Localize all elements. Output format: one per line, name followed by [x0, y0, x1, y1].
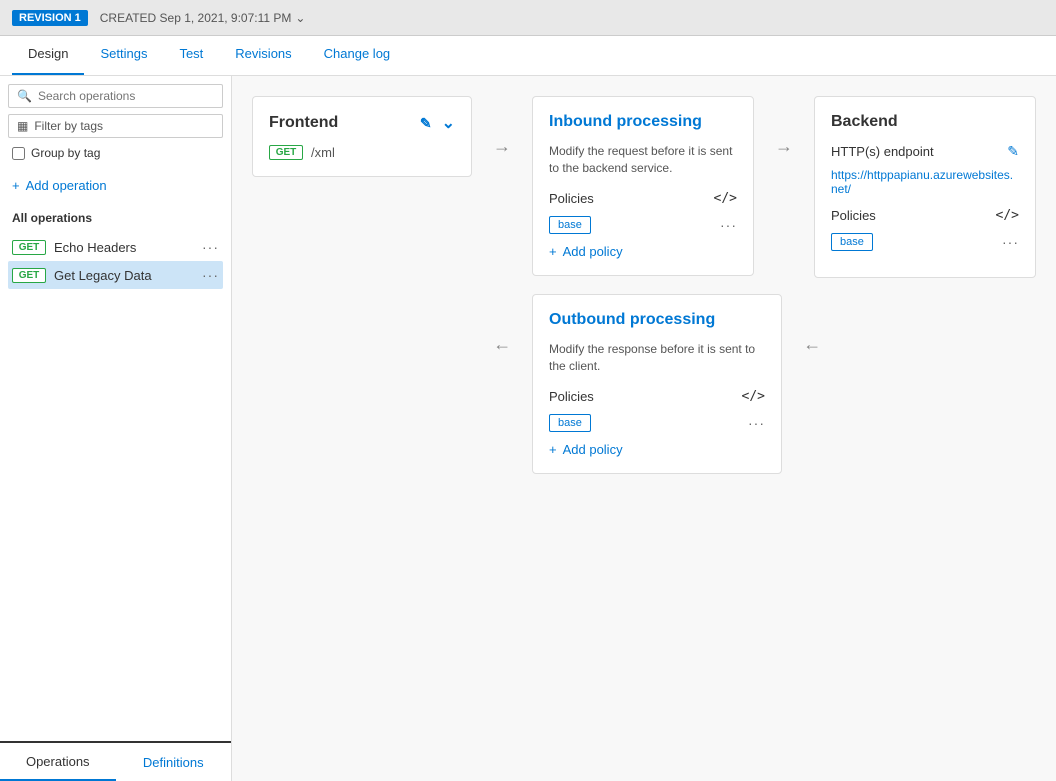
created-text: CREATED Sep 1, 2021, 9:07:11 PM ⌄ [100, 11, 306, 25]
code-icon-backend[interactable]: </> [996, 208, 1019, 223]
more-icon-legacy[interactable]: ··· [202, 267, 219, 283]
add-policy-inbound[interactable]: + Add policy [549, 244, 737, 259]
plus-icon: + [12, 178, 20, 193]
tab-design[interactable]: Design [12, 36, 84, 75]
outbound-card: Outbound processing Modify the response … [532, 294, 782, 474]
sidebar-tab-definitions[interactable]: Definitions [116, 743, 232, 781]
frontend-path: GET /xml [269, 145, 455, 160]
base-badge-inbound[interactable]: base [549, 216, 591, 234]
inbound-policies-label: Policies [549, 191, 594, 206]
inbound-title-label: Inbound processing [549, 113, 702, 131]
get-badge-legacy: GET [12, 268, 46, 283]
add-operation-button[interactable]: + Add operation [8, 172, 223, 199]
frontend-title-label: Frontend [269, 114, 338, 132]
arrow-left-2: → [798, 334, 826, 355]
op-name: Echo Headers [54, 240, 136, 255]
sidebar-content: 🔍 ▦ Filter by tags Group by tag + Add op… [0, 76, 231, 741]
frontend-path-value: /xml [311, 145, 335, 160]
more-btn-inbound[interactable]: ··· [720, 217, 737, 233]
pencil-icon-frontend[interactable]: ✎ [420, 115, 432, 132]
backend-endpoint-row: HTTP(s) endpoint ✎ [831, 143, 1019, 160]
inbound-card: Inbound processing Modify the request be… [532, 96, 754, 276]
outbound-policies-label: Policies [549, 389, 594, 404]
inbound-card-title: Inbound processing [549, 113, 737, 131]
all-operations-label: All operations [8, 207, 223, 233]
add-policy-label-inbound: Add policy [563, 244, 623, 259]
arrow-right-1: → [488, 136, 516, 157]
created-label: CREATED Sep 1, 2021, 9:07:11 PM [100, 11, 292, 25]
tab-changelog[interactable]: Change log [308, 36, 407, 75]
filter-label: Filter by tags [34, 119, 103, 133]
outbound-title-label: Outbound processing [549, 311, 715, 329]
more-icon-echo[interactable]: ··· [202, 239, 219, 255]
code-icon-inbound[interactable]: </> [714, 191, 737, 206]
backend-url[interactable]: https://httppapianu.azurewebsites.net/ [831, 168, 1019, 196]
search-input[interactable] [38, 89, 214, 103]
backend-base-policy-row: base ··· [831, 233, 1019, 251]
backend-title-label: Backend [831, 113, 898, 131]
group-by-tag-checkbox[interactable] [12, 147, 25, 160]
inbound-policies-row: Policies </> [549, 191, 737, 206]
frontend-card: Frontend ✎ ⌄ GET /xml [252, 96, 472, 177]
group-by-tag-container: Group by tag [8, 144, 223, 162]
frontend-card-title: Frontend ✎ ⌄ [269, 113, 455, 133]
add-policy-outbound[interactable]: + Add policy [549, 442, 765, 457]
top-bar: REVISION 1 CREATED Sep 1, 2021, 9:07:11 … [0, 0, 1056, 36]
outbound-card-title: Outbound processing [549, 311, 765, 329]
backend-card-title: Backend [831, 113, 1019, 131]
more-btn-backend[interactable]: ··· [1002, 234, 1019, 250]
plus-icon-outbound: + [549, 442, 557, 457]
backend-policies-label: Policies [831, 208, 876, 223]
filter-icon: ▦ [17, 119, 28, 133]
arrow-left-1: → [488, 334, 516, 355]
sidebar-tab-operations[interactable]: Operations [0, 743, 116, 781]
frontend-method: GET [269, 145, 303, 160]
tab-test[interactable]: Test [163, 36, 219, 75]
tab-revisions[interactable]: Revisions [219, 36, 307, 75]
op-left-legacy: GET Get Legacy Data [12, 268, 152, 283]
base-badge-backend[interactable]: base [831, 233, 873, 251]
outbound-base-policy-row: base ··· [549, 414, 765, 432]
base-badge-outbound[interactable]: base [549, 414, 591, 432]
inbound-desc: Modify the request before it is sent to … [549, 143, 737, 177]
chevron-down-icon[interactable]: ⌄ [295, 11, 305, 25]
inbound-base-policy-row: base ··· [549, 216, 737, 234]
search-icon: 🔍 [17, 89, 32, 103]
revision-badge: REVISION 1 [12, 10, 88, 26]
backend-card: Backend HTTP(s) endpoint ✎ https://httpp… [814, 96, 1036, 278]
add-operation-label: Add operation [26, 178, 107, 193]
plus-icon-inbound: + [549, 244, 557, 259]
backend-policies-row: Policies </> [831, 208, 1019, 223]
content-area: Frontend ✎ ⌄ GET /xml → Inbound processi… [232, 76, 1056, 781]
code-icon-outbound[interactable]: </> [742, 389, 765, 404]
op-name-legacy: Get Legacy Data [54, 268, 152, 283]
filter-box[interactable]: ▦ Filter by tags [8, 114, 223, 138]
cards-bottom-row: → Outbound processing Modify the respons… [252, 294, 1036, 474]
sidebar-bottom-tabs: Operations Definitions [0, 741, 231, 781]
endpoint-label: HTTP(s) endpoint [831, 144, 934, 159]
outbound-policies-row: Policies </> [549, 389, 765, 404]
main-layout: 🔍 ▦ Filter by tags Group by tag + Add op… [0, 76, 1056, 781]
outbound-desc: Modify the response before it is sent to… [549, 341, 765, 375]
cards-top-row: Frontend ✎ ⌄ GET /xml → Inbound processi… [252, 96, 1036, 278]
nav-tabs: Design Settings Test Revisions Change lo… [0, 36, 1056, 76]
sidebar: 🔍 ▦ Filter by tags Group by tag + Add op… [0, 76, 232, 781]
arrow-right-2: → [770, 136, 798, 157]
tab-settings[interactable]: Settings [84, 36, 163, 75]
pencil-icon-backend[interactable]: ✎ [1007, 143, 1019, 160]
operation-item-get-legacy[interactable]: GET Get Legacy Data ··· [8, 261, 223, 289]
get-badge: GET [12, 240, 46, 255]
add-policy-label-outbound: Add policy [563, 442, 623, 457]
group-by-tag-label[interactable]: Group by tag [31, 146, 100, 160]
search-box[interactable]: 🔍 [8, 84, 223, 108]
operation-item-echo-headers[interactable]: GET Echo Headers ··· [8, 233, 223, 261]
more-btn-outbound[interactable]: ··· [748, 415, 765, 431]
frontend-title-icons: ✎ ⌄ [420, 113, 455, 133]
chevron-down-icon-frontend[interactable]: ⌄ [442, 113, 455, 133]
op-left: GET Echo Headers [12, 240, 136, 255]
